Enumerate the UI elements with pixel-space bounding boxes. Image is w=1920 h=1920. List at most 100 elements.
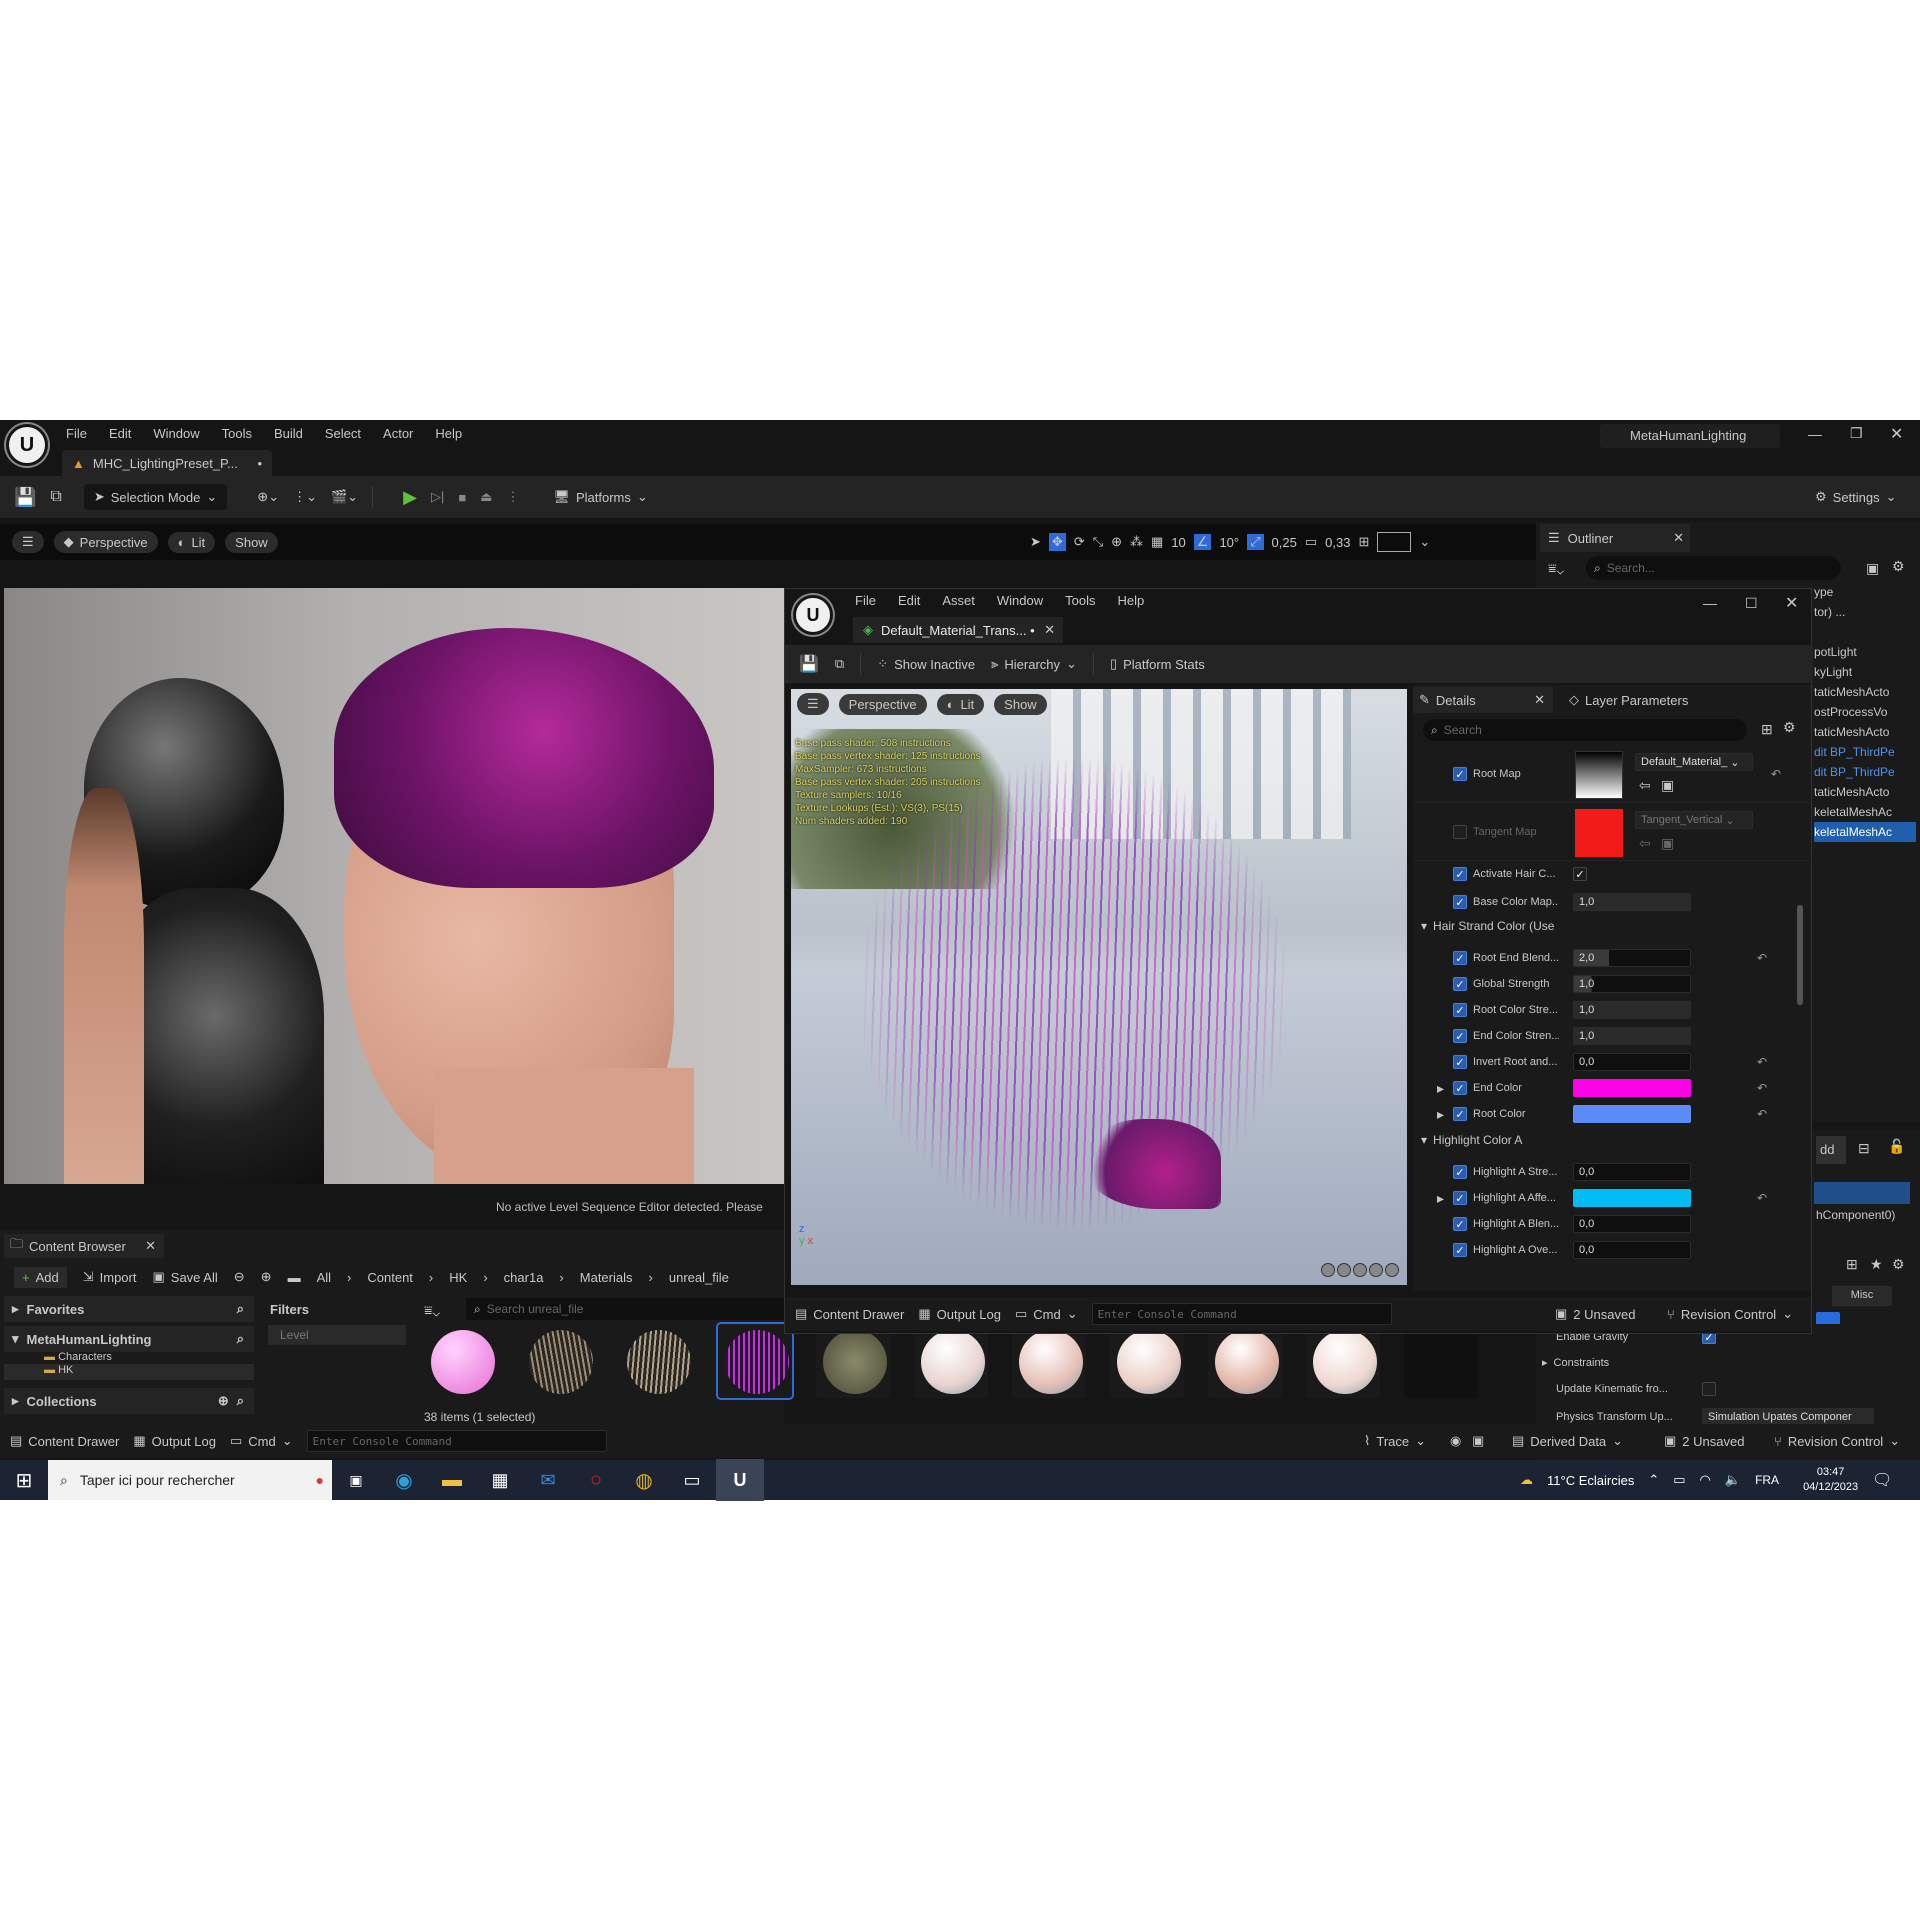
reset-icon[interactable]: ↶: [1757, 951, 1767, 965]
plane-preview-icon[interactable]: [1353, 1263, 1367, 1277]
play-icon[interactable]: ▶: [403, 487, 417, 508]
material-tab[interactable]: ◈ Default_Material_Trans... • ✕: [853, 617, 1063, 643]
unsaved-button[interactable]: ▣ 2 Unsaved: [1664, 1433, 1744, 1449]
filter-icon[interactable]: ⩸⌄: [1548, 560, 1564, 577]
chevron-right-icon[interactable]: ▸: [1437, 1190, 1444, 1207]
save-icon[interactable]: 💾: [14, 487, 36, 508]
blueprint-icon[interactable]: ⋮⌄: [293, 489, 317, 505]
update-kinematic-checkbox[interactable]: [1702, 1382, 1716, 1396]
output-log-button[interactable]: ▦ Output Log: [133, 1433, 216, 1449]
search-icon[interactable]: ⌕: [237, 1331, 244, 1347]
collections-row[interactable]: ▸ Collections ⊕ ⌕: [4, 1388, 254, 1414]
derived-data-dropdown[interactable]: ▤ Derived Data ⌄: [1512, 1433, 1623, 1449]
project-row[interactable]: ▾ MetaHumanLighting ⌕: [4, 1326, 254, 1352]
settings-dropdown[interactable]: ⚙ Settings ⌄: [1815, 489, 1897, 505]
cmd-dropdown[interactable]: ▭ Cmd ⌄: [1015, 1306, 1078, 1322]
material-viewport[interactable]: ☰ Perspective ◐ Lit Show Base pass shader…: [791, 689, 1407, 1285]
misc-tab[interactable]: Misc: [1832, 1286, 1892, 1306]
close-button[interactable]: ✕: [1785, 593, 1798, 613]
language-label[interactable]: FRA: [1755, 1473, 1779, 1487]
list-item-selected[interactable]: keletalMeshAc: [1814, 822, 1916, 842]
more-icon[interactable]: ⋮: [506, 489, 519, 505]
save-icon[interactable]: 💾: [799, 654, 819, 674]
base-color-map-checkbox[interactable]: ✓: [1453, 895, 1467, 909]
lock-icon[interactable]: 🔓: [1888, 1138, 1905, 1155]
menu-tools[interactable]: Tools: [222, 426, 252, 441]
outliner-search[interactable]: ⌕ Search...: [1586, 556, 1841, 580]
perspective-button[interactable]: ◆ Perspective: [53, 531, 158, 553]
menu-edit[interactable]: Edit: [109, 426, 131, 441]
layout-icon[interactable]: ⊞: [1358, 534, 1369, 550]
activate-hair-value-checkbox[interactable]: ✓: [1573, 867, 1587, 881]
star-icon[interactable]: ★: [1870, 1256, 1883, 1273]
breadcrumb-content[interactable]: Content: [367, 1270, 413, 1285]
list-item[interactable]: taticMeshActo: [1814, 782, 1916, 802]
highlight-affects-checkbox[interactable]: ✓: [1453, 1191, 1467, 1205]
tree-item-selected[interactable]: ▬ HK: [4, 1364, 254, 1380]
grid-snap-icon[interactable]: ▦: [1151, 534, 1163, 550]
asset-thumbnail[interactable]: [1306, 1324, 1380, 1398]
surface-snap-icon[interactable]: ⁂: [1130, 534, 1143, 550]
add-button[interactable]: + Add: [14, 1266, 67, 1288]
asset-thumbnail[interactable]: [1208, 1324, 1282, 1398]
component-row-selected[interactable]: [1814, 1182, 1910, 1204]
menu-file[interactable]: File: [855, 593, 876, 608]
app-icon[interactable]: ▭: [668, 1459, 716, 1501]
breadcrumb-char1a[interactable]: char1a: [504, 1270, 544, 1285]
weather-label[interactable]: 11°C Eclaircies: [1547, 1473, 1634, 1488]
preview-shape-buttons[interactable]: [1321, 1263, 1399, 1277]
menu-window[interactable]: Window: [997, 593, 1043, 608]
list-item[interactable]: dit BP_ThirdPe: [1814, 762, 1916, 782]
end-color-swatch[interactable]: [1573, 1079, 1691, 1097]
grid-snap-value[interactable]: 10: [1171, 535, 1185, 550]
viewport-layout-icon[interactable]: [1377, 532, 1412, 552]
content-browser-tab[interactable]: 🗀 Content Browser ✕: [4, 1234, 164, 1258]
angle-snap-icon[interactable]: ∠: [1193, 534, 1212, 550]
root-map-thumbnail[interactable]: [1575, 751, 1623, 799]
use-asset-icon[interactable]: ⇦: [1639, 835, 1651, 852]
level-viewport[interactable]: [4, 588, 786, 1184]
stop-icon[interactable]: ■: [458, 490, 466, 505]
content-drawer-button[interactable]: ▤ Content Drawer: [795, 1306, 904, 1322]
menu-asset[interactable]: Asset: [942, 593, 975, 608]
cube-preview-icon[interactable]: [1369, 1263, 1383, 1277]
close-icon[interactable]: ✕: [145, 1238, 156, 1254]
close-button[interactable]: ✕: [1890, 424, 1903, 444]
grid-view-icon[interactable]: ⊞: [1846, 1256, 1858, 1273]
reset-icon[interactable]: ↶: [1757, 1081, 1767, 1095]
hamburger-icon[interactable]: ☰: [797, 693, 829, 715]
menu-edit[interactable]: Edit: [898, 593, 920, 608]
chrome-icon[interactable]: ◍: [620, 1459, 668, 1501]
constraints-row[interactable]: ▸ Constraints: [1542, 1356, 1609, 1370]
list-item[interactable]: taticMeshActo: [1814, 722, 1916, 742]
maximize-button[interactable]: ☐: [1745, 595, 1758, 612]
global-strength-checkbox[interactable]: ✓: [1453, 977, 1467, 991]
list-item[interactable]: dit BP_ThirdPe: [1814, 742, 1916, 762]
root-end-blend-value[interactable]: 2,0: [1573, 949, 1691, 967]
details-tab[interactable]: ✎ Details ✕: [1413, 687, 1553, 713]
tangent-map-checkbox[interactable]: [1453, 825, 1467, 839]
search-icon[interactable]: ⌕: [237, 1393, 244, 1409]
chevron-down-icon[interactable]: ⌄: [1419, 534, 1430, 550]
import-button[interactable]: ⇲ Import: [83, 1269, 137, 1285]
browse-icon[interactable]: ⧉: [835, 656, 844, 672]
invert-root-value[interactable]: 0,0: [1573, 1053, 1691, 1071]
hair-strand-group[interactable]: ▾ Hair Strand Color (Use: [1421, 919, 1554, 933]
list-item[interactable]: [1814, 622, 1916, 642]
highlight-strength-value[interactable]: 0,0: [1573, 1163, 1691, 1181]
root-color-strength-checkbox[interactable]: ✓: [1453, 1003, 1467, 1017]
asset-thumbnail[interactable]: [1404, 1324, 1478, 1398]
asset-thumbnail[interactable]: [424, 1324, 498, 1398]
root-map-dropdown[interactable]: Default_Material_ ⌄: [1635, 753, 1753, 771]
reset-icon[interactable]: ↶: [1757, 1191, 1767, 1205]
menu-file[interactable]: File: [66, 426, 87, 441]
platform-stats-button[interactable]: ▯ Platform Stats: [1110, 656, 1205, 672]
teapot-preview-icon[interactable]: [1385, 1263, 1399, 1277]
menu-tools[interactable]: Tools: [1065, 593, 1095, 608]
back-icon[interactable]: ⊖: [234, 1269, 245, 1285]
store-icon[interactable]: ▦: [476, 1459, 524, 1501]
list-item[interactable]: potLight: [1814, 642, 1916, 662]
list-item[interactable]: kyLight: [1814, 662, 1916, 682]
gear-icon[interactable]: ⚙: [1892, 1256, 1905, 1273]
end-color-strength-checkbox[interactable]: ✓: [1453, 1029, 1467, 1043]
